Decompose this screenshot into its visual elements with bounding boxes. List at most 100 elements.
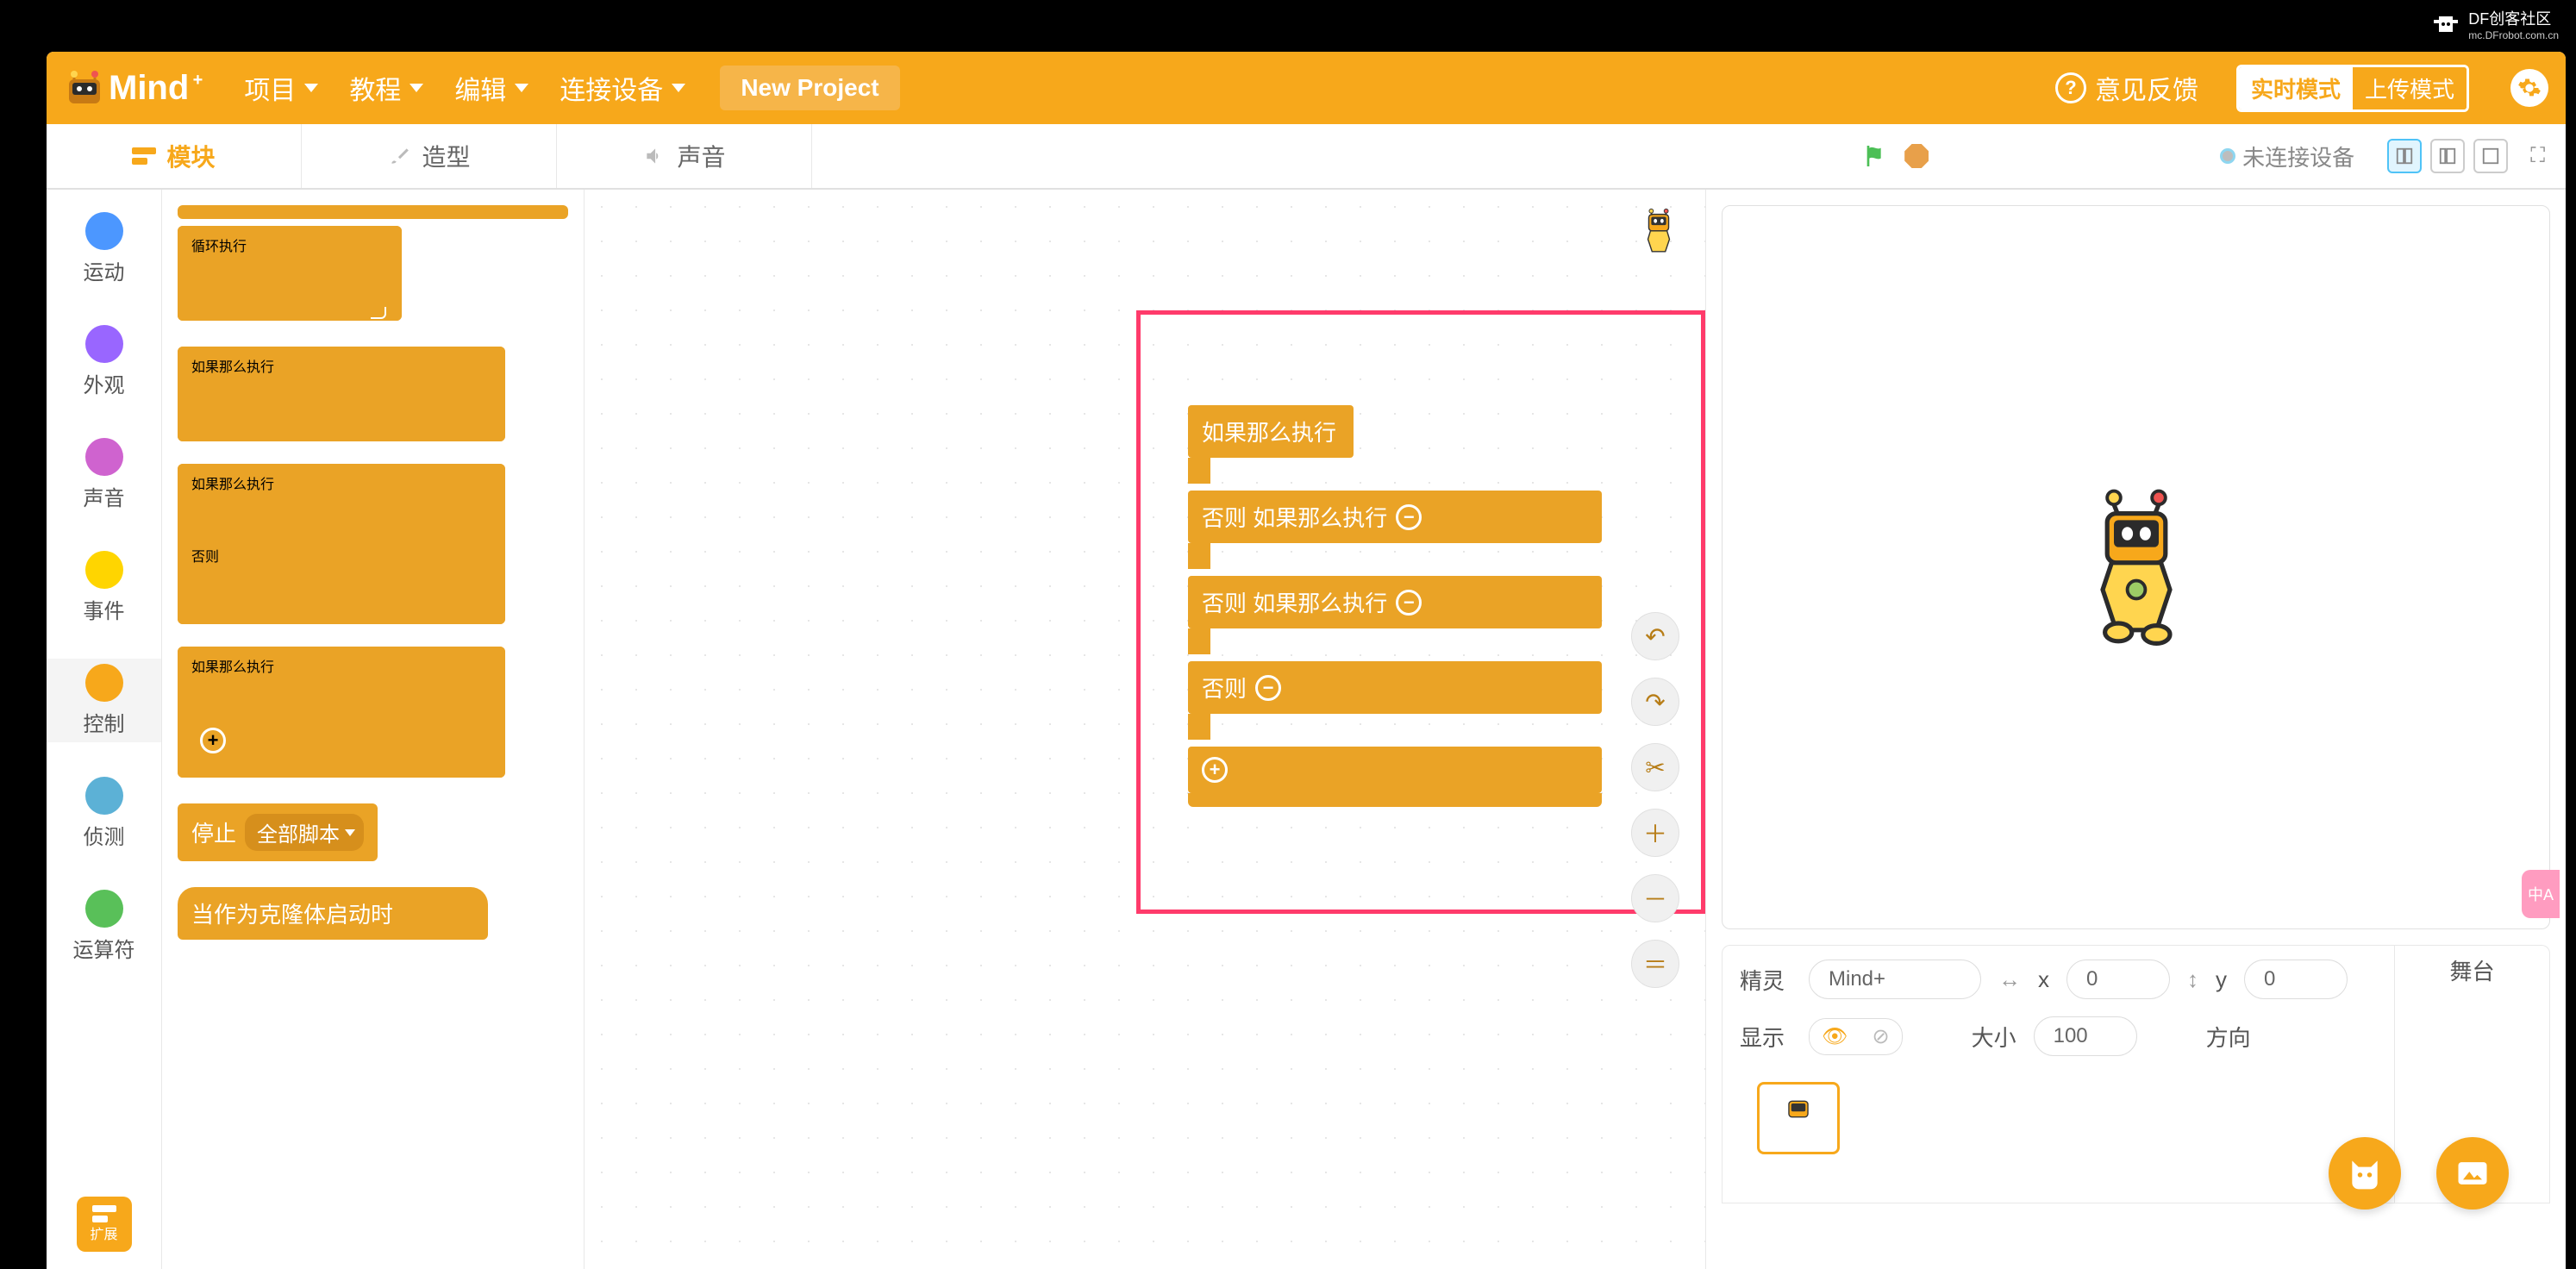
y-input[interactable]: 0	[2244, 960, 2348, 999]
fullscreen-button[interactable]: ⛶	[2530, 144, 2545, 168]
category-operators[interactable]: 运算符	[47, 885, 161, 968]
size-input[interactable]: 100	[2034, 1016, 2137, 1056]
block-clone-start[interactable]: 当作为克隆体启动时	[178, 887, 488, 940]
script-stack[interactable]: 如果那么执行 否则 如果那么执行 − 否则 如果那么执行 − 否则 −	[1188, 405, 1602, 807]
block-palette[interactable]: 循环执行 如果那么执行 如果那么执行 否则	[162, 190, 585, 1269]
script-else[interactable]: 否则 −	[1188, 661, 1602, 714]
category-control[interactable]: 控制	[47, 659, 161, 742]
sprite-name-input[interactable]: Mind+	[1809, 960, 1981, 999]
device-status[interactable]: 未连接设备	[2220, 141, 2354, 172]
menu-project[interactable]: 项目	[244, 69, 318, 107]
block-stop[interactable]: 停止 全部脚本	[178, 803, 378, 861]
category-sensing[interactable]: 侦测	[47, 772, 161, 855]
view-small-button[interactable]	[2387, 139, 2422, 173]
x-label: x	[2038, 966, 2049, 993]
mode-upload-button[interactable]: 上传模式	[2353, 67, 2467, 109]
show-button[interactable]: 👁	[1810, 1019, 1860, 1054]
sprite-thumb-item[interactable]	[1757, 1082, 1840, 1154]
image-icon	[2454, 1154, 2492, 1192]
cat-face-icon	[2346, 1154, 2384, 1192]
sprite-on-stage[interactable]	[2080, 489, 2192, 646]
xy-icon: ↔	[1998, 966, 2021, 993]
category-looks[interactable]: 外观	[47, 320, 161, 403]
logo-text: Mind+	[109, 69, 189, 108]
status-dot-icon	[2220, 148, 2235, 164]
extensions-icon: +	[92, 1205, 116, 1222]
zoom-reset-button[interactable]: ＝	[1631, 940, 1679, 988]
plus-icon[interactable]: +	[1202, 757, 1228, 783]
stage-label: 舞台	[2449, 954, 2494, 986]
main-menu: 项目 教程 编辑 连接设备	[244, 69, 685, 107]
block-repeat-partial[interactable]	[178, 205, 568, 219]
script-elseif-2[interactable]: 否则 如果那么执行 −	[1188, 576, 1602, 628]
block-if-then-expandable[interactable]: 如果那么执行 +	[178, 647, 505, 778]
zoom-out-button[interactable]: －	[1631, 874, 1679, 922]
visibility-toggle: 👁 ⊘	[1809, 1018, 1903, 1055]
script-if-then[interactable]: 如果那么执行	[1188, 405, 1354, 458]
body: 运动 外观 声音 事件 控制 侦测 运算符 + 扩展 循环执行	[47, 190, 2566, 1269]
show-label: 显示	[1740, 1021, 1791, 1053]
category-events[interactable]: 事件	[47, 546, 161, 629]
menu-tutorial[interactable]: 教程	[349, 69, 423, 107]
feedback-link[interactable]: ? 意见反馈	[2055, 69, 2198, 107]
mode-realtime-button[interactable]: 实时模式	[2239, 67, 2353, 109]
sprite-thumb-strip	[1740, 1073, 2377, 1163]
minus-icon[interactable]: −	[1255, 675, 1281, 701]
watermark-title: DF创客社区	[2468, 7, 2559, 29]
category-motion[interactable]: 运动	[47, 207, 161, 291]
stage-controls-bar: 未连接设备 ⛶	[1861, 124, 2566, 188]
sprite-name-label: 精灵	[1740, 964, 1791, 996]
project-name-input[interactable]: New Project	[720, 66, 899, 110]
script-add-branch[interactable]: +	[1188, 747, 1602, 793]
chevron-down-icon	[672, 84, 685, 92]
extensions-button[interactable]: + 扩展	[77, 1197, 132, 1252]
view-large-button[interactable]	[2430, 139, 2465, 173]
tab-costumes[interactable]: 造型	[302, 124, 557, 188]
watermark: DF创客社区 mc.DFrobot.com.cn	[2430, 7, 2559, 41]
block-forever[interactable]: 循环执行	[178, 226, 402, 321]
stage-view[interactable]: 中A	[1722, 205, 2550, 929]
stage-view-buttons	[2387, 139, 2508, 173]
x-input[interactable]: 0	[2066, 960, 2170, 999]
block-if-then-else[interactable]: 如果那么执行 否则	[178, 464, 505, 624]
chevron-down-icon	[304, 84, 318, 92]
view-stageonly-button[interactable]	[2473, 139, 2508, 173]
size-label: 大小	[1972, 1021, 2016, 1053]
mode-toggle: 实时模式 上传模式	[2236, 65, 2469, 112]
question-icon: ?	[2055, 72, 2086, 103]
undo-button[interactable]: ↶	[1631, 612, 1679, 660]
redo-button[interactable]: ↷	[1631, 678, 1679, 726]
menu-connect-device[interactable]: 连接设备	[560, 69, 685, 107]
add-sprite-button[interactable]	[2329, 1137, 2401, 1210]
blocks-icon	[132, 144, 156, 168]
gear-icon	[2517, 76, 2542, 100]
green-flag-button[interactable]	[1861, 142, 1889, 170]
minus-icon[interactable]: −	[1396, 590, 1422, 616]
add-backdrop-button[interactable]	[2436, 1137, 2509, 1210]
watermark-sub: mc.DFrobot.com.cn	[2468, 29, 2559, 41]
hide-button[interactable]: ⊘	[1860, 1019, 1901, 1054]
stage-column: 中A 精灵 Mind+ ↔ x 0 ↕ y 0 显示	[1705, 190, 2566, 1269]
stage-panel: 舞台	[2395, 945, 2550, 1203]
settings-button[interactable]	[2510, 69, 2548, 107]
plus-icon[interactable]: +	[200, 728, 226, 753]
tab-sounds[interactable]: 声音	[557, 124, 812, 188]
sprite-panel: 精灵 Mind+ ↔ x 0 ↕ y 0 显示 👁 ⊘	[1706, 945, 2566, 1203]
menu-edit[interactable]: 编辑	[454, 69, 528, 107]
block-if-then[interactable]: 如果那么执行	[178, 347, 505, 441]
chevron-down-icon	[410, 84, 423, 92]
stop-button[interactable]	[1904, 144, 1929, 168]
logo[interactable]: Mind+	[60, 67, 189, 109]
stop-dropdown[interactable]: 全部脚本	[245, 814, 364, 851]
zoom-in-button[interactable]: ＋	[1631, 809, 1679, 857]
tab-blocks[interactable]: 模块	[47, 124, 302, 188]
minus-icon[interactable]: −	[1396, 504, 1422, 530]
script-elseif-1[interactable]: 否则 如果那么执行 −	[1188, 491, 1602, 543]
sprite-watermark	[1638, 207, 1679, 261]
translate-badge[interactable]: 中A	[2522, 870, 2560, 918]
script-area[interactable]: 如果那么执行 否则 如果那么执行 − 否则 如果那么执行 − 否则 −	[585, 190, 1705, 1269]
category-sound[interactable]: 声音	[47, 433, 161, 516]
svg-text:+: +	[111, 1205, 116, 1215]
cleanup-button[interactable]: ✂	[1631, 743, 1679, 791]
brush-icon	[387, 144, 411, 168]
